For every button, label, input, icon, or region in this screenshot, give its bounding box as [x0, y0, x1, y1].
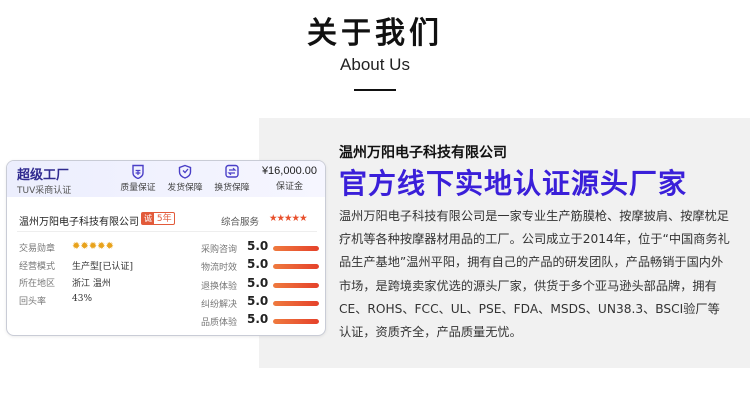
score-bar-fill	[273, 264, 319, 270]
years-tag: 诚	[142, 213, 154, 224]
score-key: 物流时效	[201, 263, 238, 274]
score-bar-fill	[273, 246, 319, 251]
card-header: 超级工厂 TUV采商认证 质量保证 发货保障 换货保障 ¥16,000.00 保…	[7, 161, 325, 197]
badge-quality: 质量保证	[115, 164, 161, 193]
about-company-name: 温州万阳电子科技有限公司	[339, 145, 507, 161]
info-value: 生产型[已认证]	[72, 261, 134, 272]
score-value: 5.0	[247, 312, 269, 327]
info-row-medals: 交易勋章 ✹✹✹✹✹	[19, 241, 194, 259]
card-company-name[interactable]: 温州万阳电子科技有限公司	[19, 213, 139, 228]
about-slogan: 官方线下实地认证源头厂家	[339, 167, 688, 200]
info-row-region: 所在地区 浙江 温州	[19, 276, 194, 294]
score-bar-fill	[273, 300, 319, 306]
score-bar	[273, 282, 319, 288]
info-row-return-rate: 回头率 43%	[19, 294, 194, 312]
card-divider	[17, 231, 317, 232]
badge-quality-label: 质量保证	[120, 183, 156, 193]
score-row: 品质体验 5.0	[201, 312, 321, 330]
score-bar	[273, 319, 319, 325]
deposit-label: 保证金	[275, 182, 303, 192]
quality-icon	[132, 164, 144, 179]
score-value: 5.0	[247, 293, 269, 308]
score-key: 采购咨询	[201, 245, 238, 255]
badge-shipping: 发货保障	[162, 164, 208, 193]
supplier-card[interactable]: 超级工厂 TUV采商认证 质量保证 发货保障 换货保障 ¥16,000.00 保…	[6, 160, 326, 336]
score-bar	[273, 264, 319, 270]
score-bar	[273, 300, 319, 306]
exchange-icon	[225, 164, 239, 178]
info-row-business-model: 经营模式 生产型[已认证]	[19, 259, 194, 277]
badge-exchange-label: 换货保障	[214, 183, 250, 193]
tier-certification: TUV采商认证	[17, 186, 72, 196]
about-description: 温州万阳电子科技有限公司是一家专业生产筋膜枪、按摩披肩、按摩枕足疗机等各种按摩器…	[339, 209, 730, 340]
shipping-icon	[178, 164, 192, 179]
deposit: ¥16,000.00 保证金	[262, 165, 317, 192]
info-key: 经营模式	[19, 261, 56, 272]
score-row: 采购咨询 5.0	[201, 239, 321, 257]
score-row: 纠纷解决 5.0	[201, 294, 321, 312]
tier-label: 超级工厂	[17, 168, 70, 183]
medal-icon: ✹✹✹✹✹	[72, 241, 114, 252]
score-row: 退换体验 5.0	[201, 276, 321, 294]
info-value: 浙江 温州	[72, 279, 111, 289]
info-key: 回头率	[19, 296, 47, 307]
score-key: 品质体验	[201, 318, 238, 329]
info-key: 所在地区	[19, 279, 56, 289]
page-subtitle: About Us	[340, 55, 410, 74]
score-bar-fill	[273, 282, 319, 288]
info-value: 43%	[72, 293, 93, 304]
service-label: 综合服务	[221, 217, 260, 228]
info-list: 交易勋章 ✹✹✹✹✹ 经营模式 生产型[已认证] 所在地区 浙江 温州 回头率 …	[19, 241, 194, 311]
score-value: 5.0	[247, 257, 269, 272]
score-value: 5.0	[247, 239, 269, 253]
score-list: 采购咨询 5.0 物流时效 5.0 退换体验 5.0 纠纷解决 5.0 品质体验…	[201, 239, 321, 330]
score-key: 退换体验	[201, 281, 238, 292]
score-row: 物流时效 5.0	[201, 257, 321, 275]
service-stars: ★★★★★	[269, 213, 308, 224]
score-bar-fill	[273, 319, 319, 325]
page-title: 关于我们	[307, 16, 443, 51]
years-value: 5年	[156, 214, 172, 224]
title-underline	[354, 89, 396, 91]
score-bar	[273, 246, 319, 251]
badge-shipping-label: 发货保障	[167, 183, 203, 193]
company-row: 温州万阳电子科技有限公司 诚 5年 综合服务 ★★★★★	[7, 211, 325, 231]
score-key: 纠纷解决	[201, 299, 238, 310]
section-heading: 关于我们 About Us	[0, 14, 750, 91]
years-badge: 诚 5年	[141, 212, 175, 225]
info-key: 交易勋章	[19, 244, 56, 254]
score-value: 5.0	[247, 275, 269, 290]
badge-exchange: 换货保障	[209, 164, 255, 193]
deposit-amount: ¥16,000.00	[261, 165, 317, 177]
